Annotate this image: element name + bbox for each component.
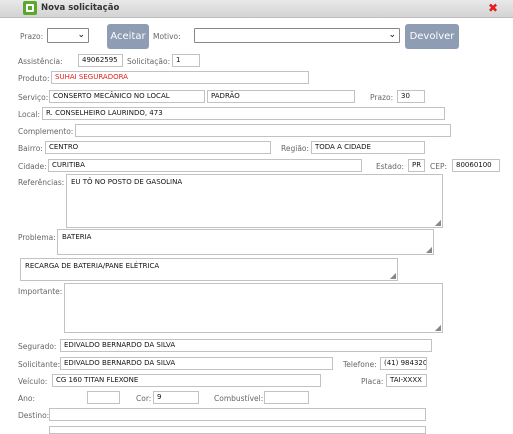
assistencia-label: Assistência: — [18, 57, 63, 66]
assistencia-field[interactable]: 49062595 — [78, 54, 123, 67]
referencias-label: Referências: — [18, 178, 65, 187]
veiculo-field[interactable]: CG 160 TITAN FLEXONE — [52, 374, 321, 387]
produto-field[interactable]: SUHAI SEGURADORA — [51, 71, 309, 84]
local-field[interactable]: R. CONSELHEIRO LAURINDO, 473 — [42, 107, 445, 120]
destino-label: Destino: — [18, 411, 50, 420]
app-logo-icon — [23, 1, 37, 15]
resize-grip-icon[interactable]: ◢ — [426, 246, 432, 254]
chevron-down-icon: ⌄ — [77, 30, 85, 40]
placa-field[interactable]: TAI-XXXX — [386, 374, 427, 387]
resize-grip-icon[interactable]: ◢ — [390, 272, 396, 280]
prazo-select[interactable]: ⌄ — [47, 28, 89, 43]
prazo-select-label: Prazo: — [20, 32, 44, 41]
cor-label: Cor: — [136, 394, 152, 403]
cep-label: CEP: — [430, 162, 448, 171]
cidade-label: Cidade: — [18, 162, 47, 171]
motivo-select[interactable]: ⌄ — [194, 28, 400, 43]
combustivel-field[interactable] — [264, 391, 309, 404]
cep-field[interactable]: 80060100 — [452, 159, 500, 172]
solicitante-label: Solicitante: — [18, 360, 61, 369]
solicitante-field[interactable]: EDIVALDO BERNARDO DA SILVA — [60, 357, 333, 370]
prazo-label: Prazo: — [370, 93, 394, 102]
segurado-label: Segurado: — [18, 342, 57, 351]
segurado-field[interactable]: EDIVALDO BERNARDO DA SILVA — [60, 339, 432, 352]
regiao-field[interactable]: TODA A CIDADE — [311, 141, 425, 154]
complemento-label: Complemento: — [18, 127, 74, 136]
bairro-label: Bairro: — [18, 144, 43, 153]
estado-field[interactable]: PR — [408, 159, 425, 172]
telefone-field[interactable]: (41) 98432098 — [380, 357, 427, 370]
solicitacao-field[interactable]: 1 — [172, 54, 200, 67]
importante-textarea[interactable]: ◢ — [64, 283, 443, 333]
produto-label: Produto: — [18, 74, 50, 83]
cidade-field[interactable]: CURITIBA — [48, 159, 362, 172]
problema-detail-textarea[interactable]: RECARGA DE BATERIA/PANE ELÉTRICA ◢ — [20, 258, 398, 281]
veiculo-label: Veículo: — [18, 377, 48, 386]
problema-label: Problema: — [18, 233, 56, 242]
solicitacao-label: Solicitação: — [127, 57, 171, 66]
servico-label: Serviço: — [18, 93, 49, 102]
destino-field[interactable] — [49, 408, 426, 421]
accept-button[interactable]: Aceitar — [107, 24, 149, 49]
return-button[interactable]: Devolver — [405, 24, 459, 49]
combustivel-label: Combustível: — [214, 394, 264, 403]
ano-label: Ano: — [18, 394, 35, 403]
next-field-partial[interactable] — [49, 426, 426, 434]
resize-grip-icon[interactable]: ◢ — [435, 219, 441, 227]
problema-textarea[interactable]: BATERIA ◢ — [57, 229, 434, 255]
estado-label: Estado: — [376, 162, 405, 171]
cor-field[interactable]: 9 — [153, 391, 199, 404]
prazo-field[interactable]: 30 — [397, 90, 425, 103]
importante-label: Importante: — [18, 287, 63, 296]
local-label: Local: — [18, 110, 40, 119]
servico-field[interactable]: CONSERTO MECÂNICO NO LOCAL — [49, 90, 205, 103]
window-titlebar: Nova solicitação ✖ — [0, 0, 513, 18]
ano-field[interactable] — [87, 391, 120, 404]
bairro-field[interactable]: CENTRO — [45, 141, 271, 154]
chevron-down-icon: ⌄ — [388, 30, 396, 40]
resize-grip-icon[interactable]: ◢ — [435, 324, 441, 332]
placa-label: Placa: — [361, 377, 384, 386]
motivo-label: Motivo: — [153, 32, 181, 41]
regiao-label: Região: — [281, 144, 310, 153]
servico-extra-field[interactable]: PADRÃO — [207, 90, 355, 103]
window-title: Nova solicitação — [41, 3, 120, 13]
close-icon[interactable]: ✖ — [488, 1, 498, 15]
complemento-field[interactable] — [75, 124, 451, 137]
telefone-label: Telefone: — [343, 360, 377, 369]
referencias-textarea[interactable]: EU TÔ NO POSTO DE GASOLINA ◢ — [66, 174, 443, 228]
